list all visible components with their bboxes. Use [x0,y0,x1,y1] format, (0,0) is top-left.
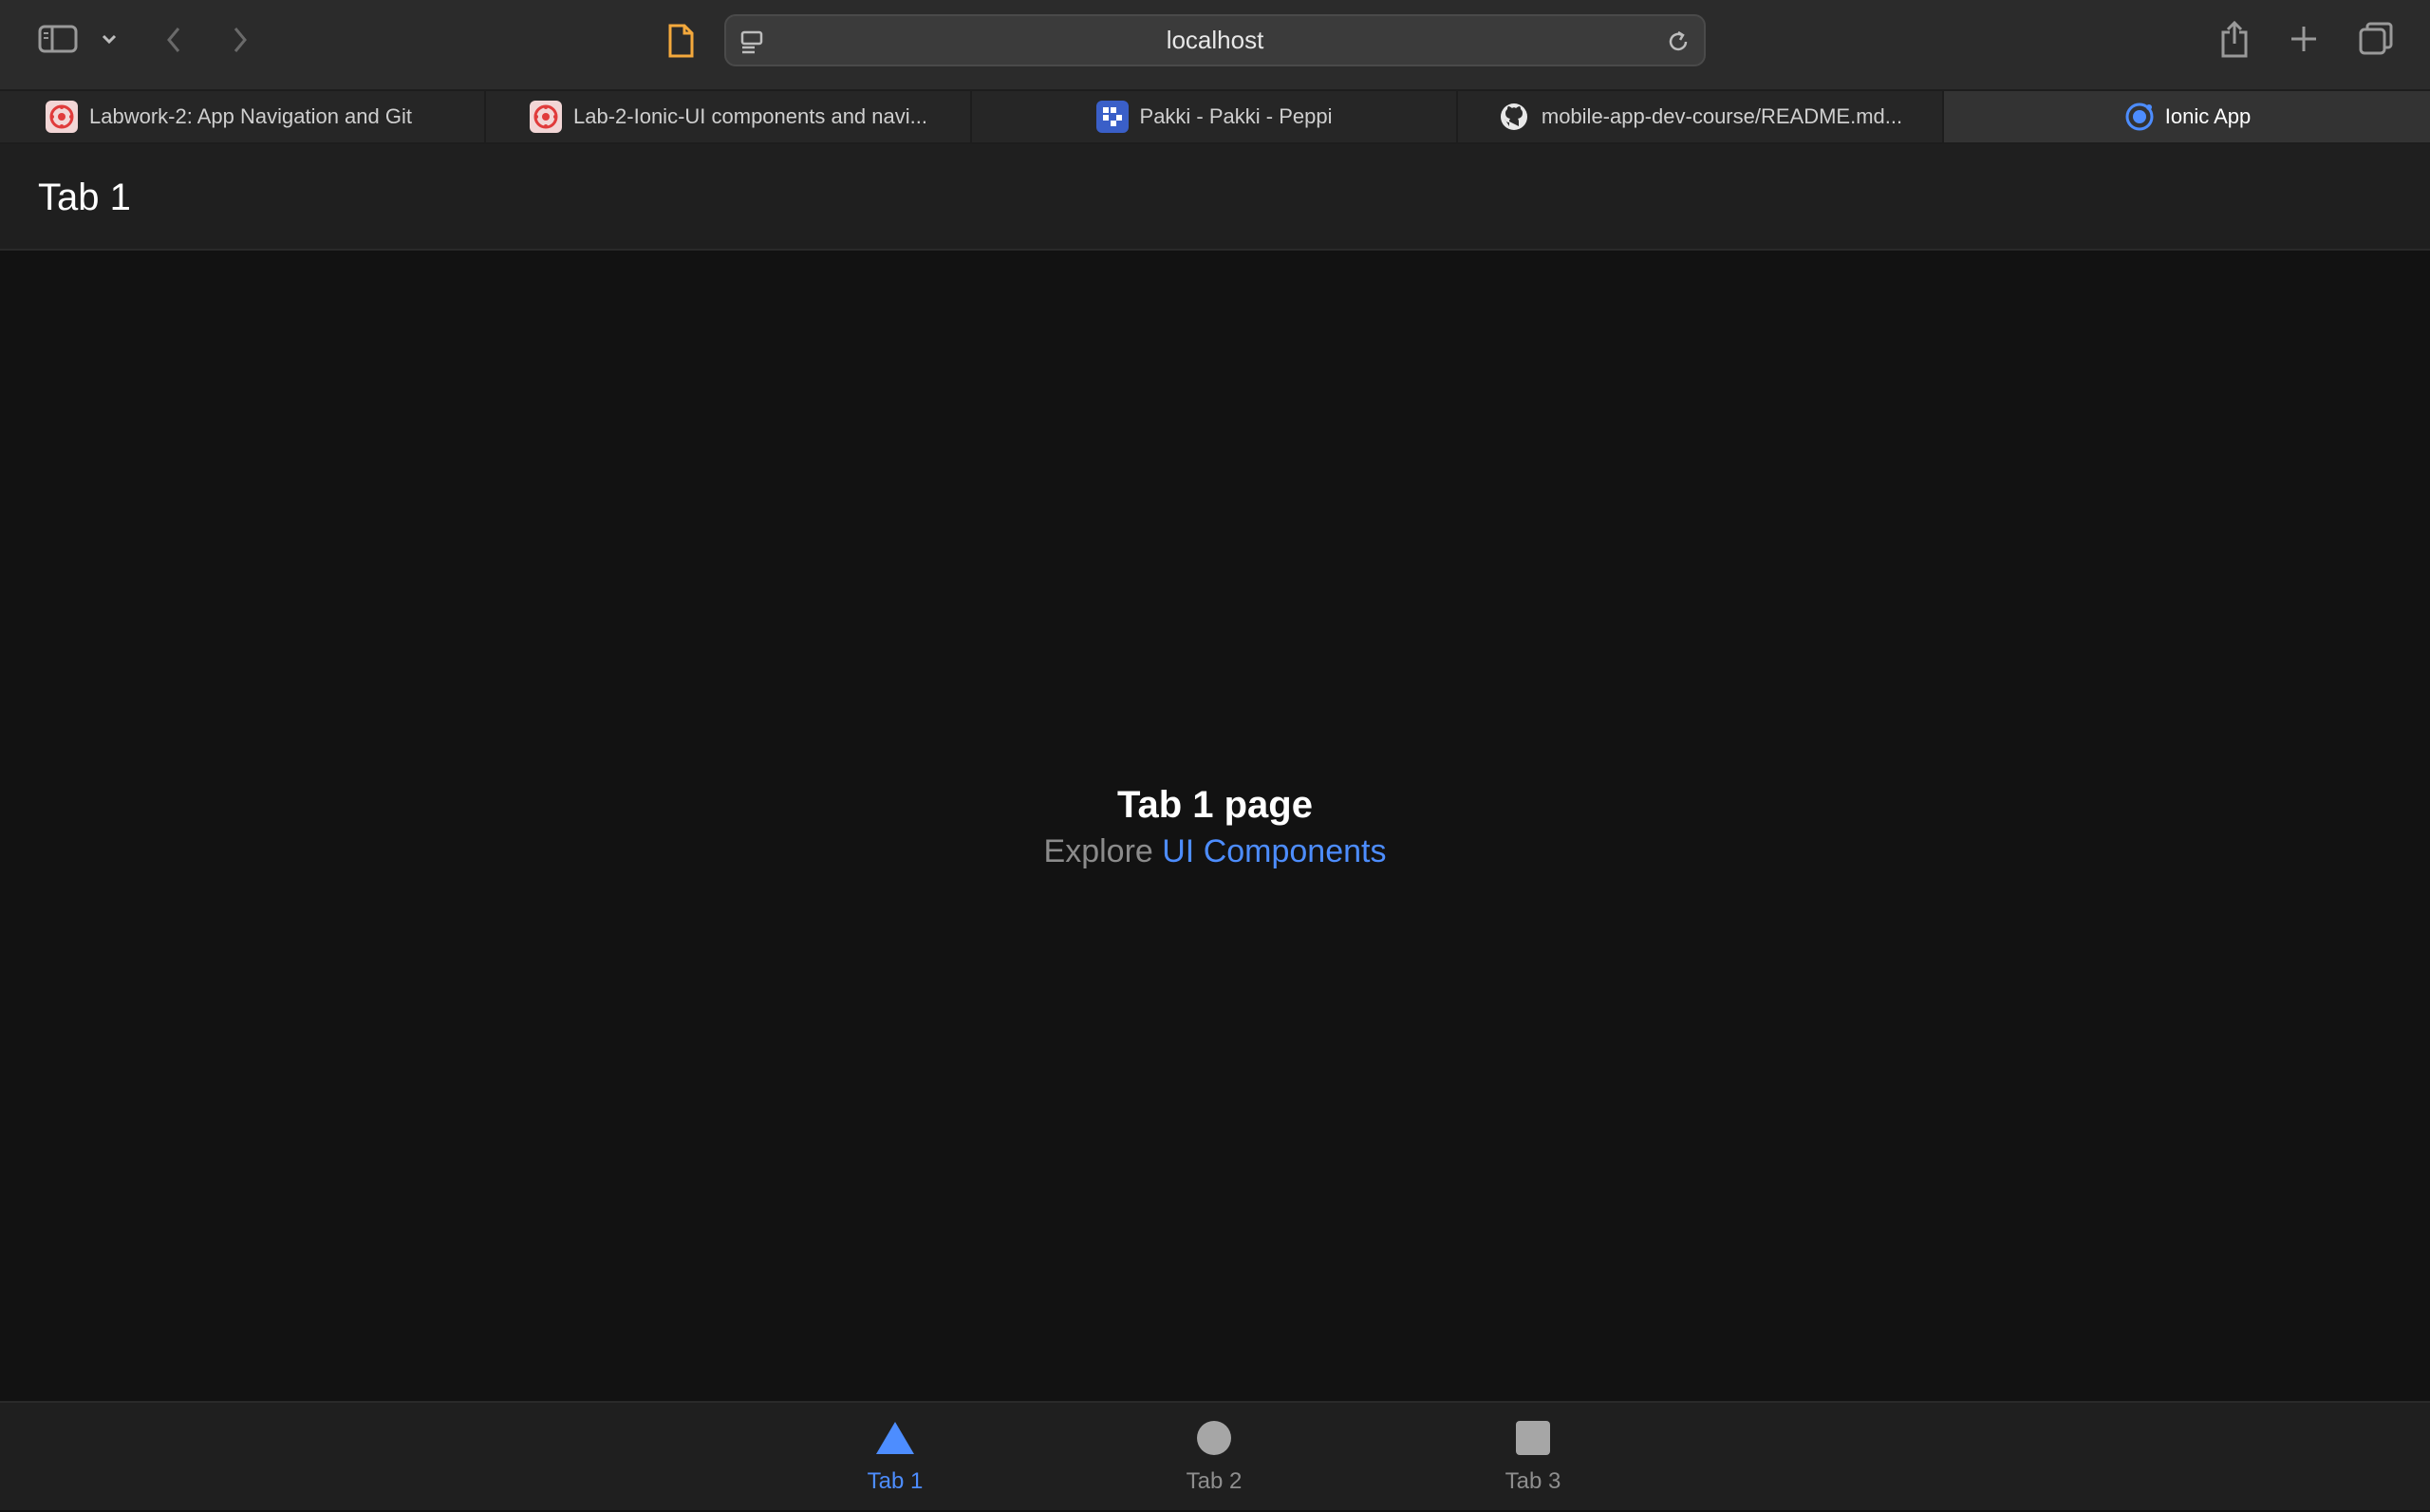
page-heading: Tab 1 page [1117,784,1313,826]
share-icon[interactable] [2215,17,2253,61]
ionic-icon [2123,101,2156,133]
address-bar[interactable]: localhost [724,14,1706,66]
tab-button-label: Tab 2 [1186,1468,1243,1494]
browser-tab-active[interactable]: Ionic App [1944,91,2430,142]
chevron-down-icon[interactable] [99,27,120,51]
browser-tab-strip: Labwork-2: App Navigation and Git Lab-2-… [0,89,2430,144]
ellipse-icon [1196,1420,1232,1461]
browser-toolbar: localhost [0,0,2430,89]
browser-tab-title: Ionic App [2164,104,2252,128]
github-icon [1498,101,1530,133]
explore-container: Tab 1 page Explore UI Components [0,782,2430,873]
new-tab-icon[interactable] [2286,21,2322,57]
browser-tab[interactable]: mobile-app-dev-course/README.md... [1458,91,1944,142]
tab-button-tab3[interactable]: Tab 3 [1438,1403,1628,1512]
square-icon [1515,1420,1551,1461]
browser-tab[interactable]: Labwork-2: App Navigation and Git [0,91,486,142]
bottom-tab-bar: Tab 1 Tab 2 Tab 3 [0,1401,2430,1510]
browser-tab-title: Labwork-2: App Navigation and Git [89,104,412,128]
browser-tab[interactable]: Pakki - Pakki - Peppi [972,91,1458,142]
triangle-icon [874,1420,916,1461]
address-text: localhost [1166,26,1264,54]
browser-tab-title: mobile-app-dev-course/README.md... [1541,104,1903,128]
browser-tab[interactable]: Lab-2-Ionic-UI components and navi... [486,91,972,142]
ui-components-link[interactable]: UI Components [1162,833,1386,869]
main-content: Tab 1 page Explore UI Components [0,251,2430,1401]
canvas-icon [530,101,562,133]
browser-tab-title: Pakki - Pakki - Peppi [1139,104,1333,128]
tab-button-label: Tab 1 [867,1468,924,1494]
forward-icon[interactable] [226,23,254,57]
canvas-icon [46,101,78,133]
tab-button-label: Tab 3 [1505,1468,1561,1494]
reload-icon[interactable] [1664,28,1692,56]
tab-overview-icon[interactable] [2356,19,2396,59]
tab-button-tab2[interactable]: Tab 2 [1119,1403,1309,1512]
explore-text: Explore UI Components [0,830,2430,873]
page-title: Tab 1 [38,176,131,218]
tab-button-tab1[interactable]: Tab 1 [800,1403,990,1512]
back-icon[interactable] [159,23,188,57]
app-header: Tab 1 [0,144,2430,251]
sidebar-toggle-icon[interactable] [36,21,80,57]
peppi-icon [1095,101,1129,133]
page-icon[interactable] [664,21,697,61]
explore-prefix: Explore [1043,833,1153,869]
browser-tab-title: Lab-2-Ionic-UI components and navi... [573,104,927,128]
